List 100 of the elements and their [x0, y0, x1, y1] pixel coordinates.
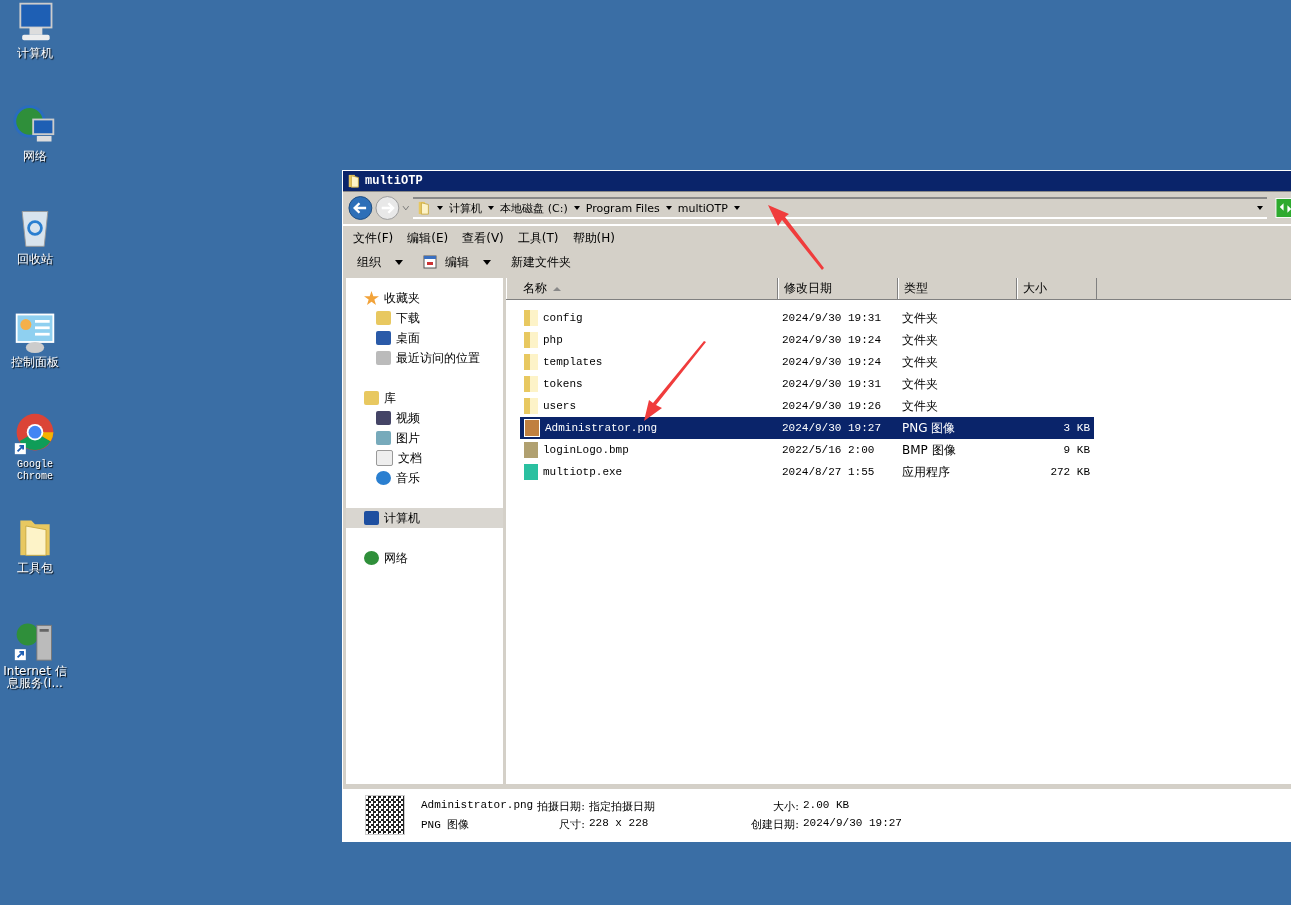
desktop-icon-label[interactable]: 控制面板	[0, 356, 70, 368]
toolbar-button[interactable]: 新建文件夹	[507, 251, 575, 273]
app-icon	[524, 464, 538, 480]
menu-item[interactable]: 编辑(E)	[407, 229, 449, 247]
nav-item[interactable]: 下载	[346, 308, 503, 328]
caret-icon[interactable]	[733, 206, 740, 210]
field-label: 尺寸:	[558, 816, 585, 832]
app-window-icon	[423, 255, 437, 269]
nav-item[interactable]: 文档	[346, 448, 503, 468]
file-name: php	[543, 334, 563, 346]
desktop-icon-label[interactable]: Internet 信息服务(I...	[0, 665, 70, 689]
field-label: 拍摄日期:	[537, 798, 585, 814]
breadcrumb[interactable]: 计算机	[449, 200, 483, 216]
desktop-icon-label[interactable]: Google Chrome	[13, 459, 57, 483]
file-row[interactable]: config 2024/9/30 19:31 文件夹	[520, 307, 1094, 329]
field-value: 228 x 228	[588, 816, 650, 831]
menu-item[interactable]: 文件(F)	[353, 229, 394, 247]
breadcrumb[interactable]: Program Files	[585, 201, 660, 215]
breadcrumb[interactable]: multiOTP	[677, 201, 728, 215]
desktop-icon-label[interactable]: 计算机	[0, 47, 70, 59]
image-file-icon	[524, 419, 540, 437]
file-name: tokens	[543, 378, 583, 390]
file-size: 3 KB	[1063, 422, 1090, 434]
file-size: 9 KB	[1063, 444, 1090, 456]
file-type: 文件夹	[902, 375, 938, 393]
desktop-icon-label[interactable]: 回收站	[0, 253, 70, 265]
file-name: users	[543, 400, 576, 412]
file-row[interactable]: users 2024/9/30 19:26 文件夹	[520, 395, 1094, 417]
file-row[interactable]: multiotp.exe 2024/8/27 1:55 应用程序 272 KB	[520, 461, 1094, 483]
file-name: Administrator.png	[545, 422, 658, 434]
address-dropdown-icon[interactable]	[1257, 206, 1264, 210]
file-type: 文件夹	[902, 331, 938, 349]
file-row[interactable]: php 2024/9/30 19:24 文件夹	[520, 329, 1094, 351]
file-name: multiotp.exe	[543, 466, 623, 478]
desktop-icon-label[interactable]: 工具包	[0, 562, 70, 574]
folder-icon	[417, 200, 432, 216]
details-file-type: PNG 图像	[421, 817, 471, 832]
modified-date: 2024/8/27 1:55	[782, 466, 875, 478]
nav-item[interactable]: 网络	[346, 548, 503, 568]
nav-item[interactable]: 图片	[346, 428, 503, 448]
details-file-name: Administrator.png	[421, 798, 534, 813]
refresh-button[interactable]	[1275, 197, 1291, 219]
file-type: 文件夹	[902, 353, 938, 371]
folder-icon	[524, 376, 538, 392]
modified-date: 2022/5/16 2:00	[782, 444, 875, 456]
field-value: 2.00 KB	[802, 798, 851, 813]
folder-icon	[524, 354, 538, 370]
window-title: multiOTP	[365, 174, 423, 188]
annotation-arrow	[768, 205, 824, 270]
folder-icon	[347, 173, 361, 189]
file-type: PNG 图像	[902, 419, 956, 437]
file-name: templates	[543, 356, 603, 368]
file-type: 文件夹	[902, 397, 938, 415]
field-label: 大小:	[772, 798, 799, 814]
nav-item[interactable]: 桌面	[346, 328, 503, 348]
nav-item[interactable]: 最近访问的位置	[346, 348, 503, 368]
menu-item[interactable]: 工具(T)	[517, 229, 559, 247]
modified-date: 2024/9/30 19:26	[782, 400, 882, 412]
file-name: loginLogo.bmp	[543, 444, 629, 456]
nav-item[interactable]: 库	[346, 388, 503, 408]
address-bar[interactable]: 计算机 本地磁盘 (C:) Program Files multiOTP	[413, 197, 1268, 219]
breadcrumb[interactable]: 本地磁盘 (C:)	[500, 200, 568, 216]
file-row[interactable]: templates 2024/9/30 19:24 文件夹	[520, 351, 1094, 373]
field-value: 指定拍摄日期	[588, 799, 655, 814]
file-row[interactable]: Administrator.png 2024/9/30 19:27 PNG 图像 3 KB	[520, 417, 1094, 439]
modified-date: 2024/9/30 19:24	[782, 356, 882, 368]
caret-icon[interactable]	[488, 206, 495, 210]
qr-code-thumbnail	[365, 795, 405, 835]
nav-item[interactable]: 计算机	[346, 508, 503, 528]
field-label: 创建日期:	[750, 816, 799, 832]
column-header[interactable]: 大小	[1017, 278, 1097, 299]
nav-item[interactable]: 视频	[346, 408, 503, 428]
image-file-icon	[524, 442, 538, 458]
desktop-icon-label[interactable]: 网络	[0, 150, 70, 162]
caret-icon[interactable]	[573, 206, 580, 210]
field-value: 2024/9/30 19:27	[802, 816, 902, 831]
column-header[interactable]: 类型	[898, 278, 1017, 299]
caret-icon[interactable]	[665, 206, 672, 210]
file-row[interactable]: loginLogo.bmp 2022/5/16 2:00 BMP 图像 9 KB	[520, 439, 1094, 461]
menu-item[interactable]: 查看(V)	[462, 229, 504, 247]
file-row[interactable]: tokens 2024/9/30 19:31 文件夹	[520, 373, 1094, 395]
column-header[interactable]: 修改日期	[778, 278, 898, 299]
caret-icon[interactable]	[437, 206, 444, 210]
nav-item[interactable]: 收藏夹	[346, 288, 503, 308]
folder-icon	[524, 332, 538, 348]
file-size: 272 KB	[1050, 466, 1090, 478]
folder-icon	[524, 310, 538, 326]
menu-item[interactable]: 帮助(H)	[572, 229, 615, 247]
folder-icon	[524, 398, 538, 414]
nav-item[interactable]: 音乐	[346, 468, 503, 488]
toolbar-button[interactable]: 组织	[353, 251, 407, 273]
file-type: BMP 图像	[902, 441, 956, 459]
toolbar-button[interactable]: 编辑	[419, 251, 495, 273]
modified-date: 2024/9/30 19:31	[782, 312, 882, 324]
file-type: 文件夹	[902, 309, 938, 327]
back-button[interactable]	[348, 195, 373, 221]
modified-date: 2024/9/30 19:31	[782, 378, 882, 390]
file-type: 应用程序	[902, 463, 950, 481]
modified-date: 2024/9/30 19:24	[782, 334, 882, 346]
column-header[interactable]: 名称	[506, 278, 778, 299]
